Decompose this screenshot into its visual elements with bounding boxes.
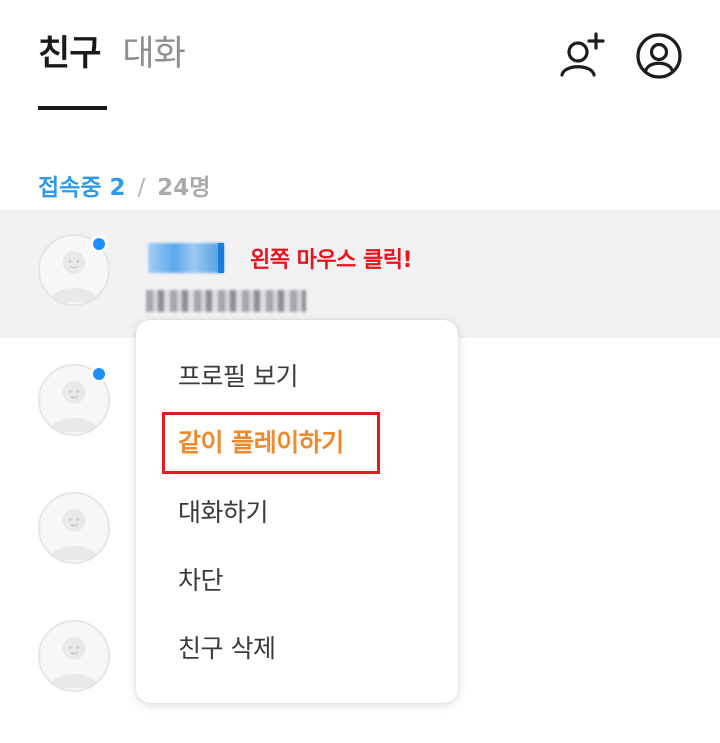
add-friend-icon bbox=[560, 32, 605, 77]
friend-avatar[interactable] bbox=[38, 492, 110, 564]
default-avatar-icon bbox=[49, 637, 99, 689]
tab-friends[interactable]: 친구 bbox=[38, 28, 101, 80]
header-actions bbox=[558, 30, 684, 82]
menu-item-view-profile[interactable]: 프로필 보기 bbox=[178, 360, 298, 394]
my-profile-button[interactable] bbox=[634, 30, 684, 82]
online-number: 2 bbox=[109, 175, 126, 201]
active-tab-indicator bbox=[38, 106, 107, 110]
friend-context-menu: 프로필 보기 같이 플레이하기 대화하기 차단 친구 삭제 bbox=[136, 320, 458, 703]
friend-status-redacted bbox=[146, 290, 306, 312]
add-friend-button[interactable] bbox=[558, 30, 608, 82]
highlight-annotation-box bbox=[162, 412, 380, 474]
online-label: 접속중 bbox=[38, 175, 102, 201]
menu-item-chat[interactable]: 대화하기 bbox=[178, 496, 269, 530]
default-avatar-icon bbox=[49, 509, 99, 561]
online-count-label: 접속중 2 / 24명 bbox=[38, 168, 210, 202]
tab-chat[interactable]: 대화 bbox=[122, 28, 185, 80]
total-friends: 24명 bbox=[157, 175, 211, 201]
menu-item-block[interactable]: 차단 bbox=[178, 564, 224, 598]
profile-icon bbox=[636, 33, 682, 79]
friend-avatar[interactable] bbox=[38, 620, 110, 692]
menu-item-delete-friend[interactable]: 친구 삭제 bbox=[178, 632, 276, 666]
tab-bar: 친구 대화 bbox=[38, 28, 186, 80]
instruction-annotation: 왼쪽 마우스 클릭! bbox=[250, 248, 413, 273]
friend-name-redacted bbox=[148, 243, 224, 273]
count-separator: / bbox=[137, 175, 146, 201]
friend-name-redacted-bar bbox=[218, 243, 224, 273]
online-status-dot bbox=[90, 365, 108, 383]
online-status-dot bbox=[90, 235, 108, 253]
